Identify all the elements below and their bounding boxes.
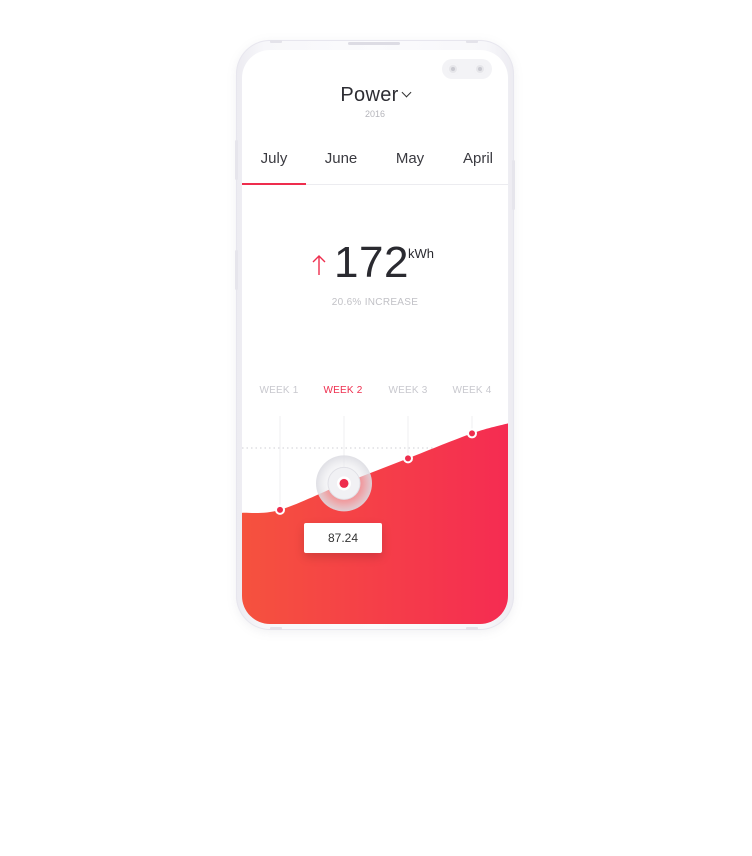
week-tab-2[interactable]: WEEK 2 (313, 385, 373, 396)
stat-unit: kWh (408, 246, 434, 261)
side-button-volume-up (235, 140, 238, 180)
energy-stat: 172 kWh (242, 238, 508, 298)
bottom-tick-left (270, 627, 282, 630)
value-tooltip: 87.24 (304, 523, 382, 553)
top-tick-left (270, 40, 282, 43)
data-point-1-dot (277, 506, 283, 513)
phone-frame: Power 2016 July June May April 172 kWh 2… (235, 40, 515, 630)
camera-module (442, 59, 492, 79)
week-tab-4[interactable]: WEEK 4 (442, 385, 502, 396)
page-title: Power (340, 84, 399, 106)
tab-june[interactable]: June (311, 150, 371, 167)
side-button-power (512, 160, 515, 210)
camera-lens-icon (447, 63, 459, 75)
data-point-2-dot (339, 478, 349, 488)
week-selector: WEEK 1 WEEK 2 WEEK 3 WEEK 4 (242, 385, 508, 405)
earpiece (348, 42, 400, 45)
tab-july[interactable]: July (244, 150, 304, 167)
month-tabs: July June May April (242, 140, 508, 185)
data-point-3-dot (405, 455, 411, 462)
side-button-volume-down (235, 250, 238, 290)
top-tick-right (466, 40, 478, 43)
bottom-tick-right (466, 627, 478, 630)
stage: Power 2016 July June May April 172 kWh 2… (0, 0, 752, 856)
week-tab-3[interactable]: WEEK 3 (378, 385, 438, 396)
page-subtitle-year: 2016 (364, 109, 386, 119)
weekly-area-chart (242, 416, 508, 624)
stat-change: 20.6% INCREASE (331, 297, 419, 308)
camera-lens-icon (474, 63, 486, 75)
stat-value: 172 (334, 238, 409, 287)
week-tab-1[interactable]: WEEK 1 (249, 385, 309, 396)
active-tab-indicator (242, 183, 306, 185)
data-point-4-dot (469, 430, 475, 437)
screen: Power 2016 July June May April 172 kWh 2… (242, 50, 508, 624)
page-title-dropdown[interactable]: Power (242, 84, 508, 107)
tab-may[interactable]: May (380, 150, 440, 167)
arrow-up-icon (312, 255, 326, 275)
chevron-down-icon (401, 87, 412, 98)
tab-april[interactable]: April (448, 150, 508, 167)
